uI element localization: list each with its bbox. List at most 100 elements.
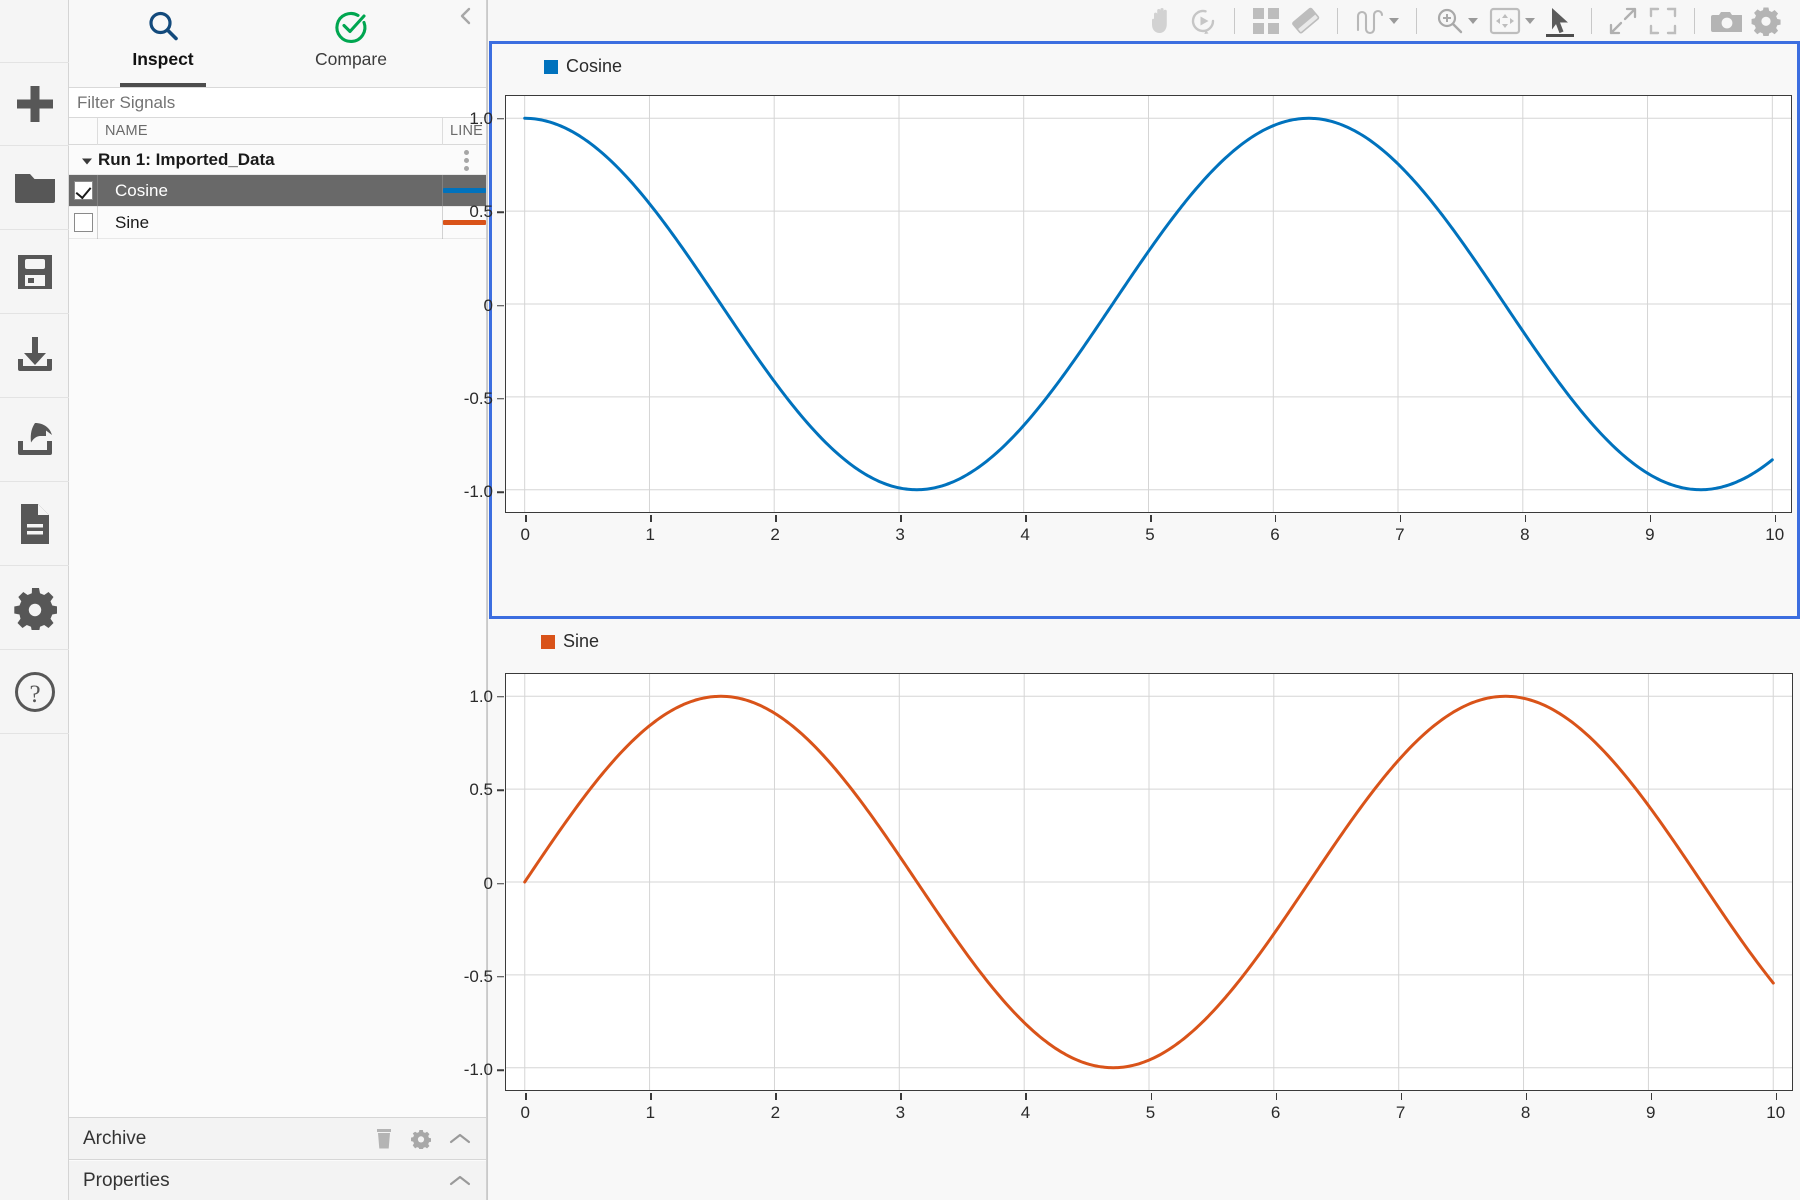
- x-tick-label: 8: [1521, 1103, 1530, 1123]
- archive-title: Archive: [83, 1128, 146, 1150]
- x-tick-mark: [1151, 1093, 1153, 1100]
- subplot-cosine[interactable]: Cosine -1.0-0.500.51.0 012345678910: [489, 41, 1800, 619]
- run-group-label: Run 1: Imported_Data: [98, 150, 275, 170]
- archive-section-header[interactable]: Archive: [69, 1118, 487, 1160]
- signal-checkbox-sine[interactable]: [74, 213, 93, 232]
- tab-inspect-label: Inspect: [132, 49, 193, 70]
- y-tick-label: 0.5: [413, 780, 493, 800]
- plot-toolbar: [489, 0, 1800, 41]
- x-tick-label: 9: [1646, 1103, 1655, 1123]
- chevron-down-icon[interactable]: [1468, 18, 1478, 24]
- pan-icon[interactable]: [1143, 0, 1183, 41]
- expand-arrows-icon[interactable]: [1603, 0, 1643, 41]
- x-tick-mark: [525, 1093, 527, 1100]
- x-tick-label: 3: [895, 525, 904, 545]
- y-tick-mark: [497, 1069, 504, 1071]
- save-icon[interactable]: [0, 230, 69, 314]
- x-tick-mark: [1775, 515, 1777, 522]
- settings-icon[interactable]: [0, 566, 69, 650]
- report-icon[interactable]: [0, 482, 69, 566]
- chevron-up-icon[interactable]: [449, 1132, 471, 1146]
- y-tick-label: -1.0: [413, 482, 493, 502]
- chevron-down-icon[interactable]: [1525, 18, 1535, 24]
- chevron-down-icon[interactable]: [1389, 18, 1399, 24]
- eraser-icon[interactable]: [1286, 0, 1326, 41]
- signal-name-cosine[interactable]: Cosine: [98, 175, 443, 207]
- x-tick-label: 7: [1396, 1103, 1405, 1123]
- y-tick-label: 0.5: [413, 202, 493, 222]
- fullscreen-icon[interactable]: [1643, 0, 1683, 41]
- open-folder-icon[interactable]: [0, 146, 69, 230]
- signal-name-sine[interactable]: Sine: [98, 207, 443, 239]
- x-tick-mark: [1651, 1093, 1653, 1100]
- x-tick-mark: [1276, 1093, 1278, 1100]
- plot-canvas-sine: [506, 674, 1792, 1090]
- x-tick-label: 2: [771, 1103, 780, 1123]
- panel-resize-handle[interactable]: [486, 0, 487, 1200]
- more-vertical-icon[interactable]: [456, 147, 476, 173]
- magnifier-icon: [145, 6, 181, 48]
- signal-checkbox-cosine[interactable]: [74, 181, 93, 200]
- legend-sine[interactable]: Sine: [541, 631, 599, 652]
- x-tick-mark: [1650, 515, 1652, 522]
- chevron-up-icon[interactable]: [449, 1174, 471, 1188]
- cursor-arrow-icon[interactable]: [1540, 0, 1580, 41]
- x-tick-mark: [1525, 515, 1527, 522]
- x-tick-mark: [650, 515, 652, 522]
- replay-icon[interactable]: [1183, 0, 1223, 41]
- import-icon[interactable]: [0, 314, 69, 398]
- x-tick-mark: [775, 515, 777, 522]
- sdi-window: ? Inspect: [0, 0, 1800, 1200]
- x-tick-mark: [1401, 1093, 1403, 1100]
- signal-checkbox-cell: [69, 175, 98, 207]
- axes-sine[interactable]: [505, 673, 1793, 1091]
- toolbar-separator: [1337, 8, 1338, 34]
- add-icon[interactable]: [0, 62, 69, 146]
- run-group-row[interactable]: Run 1: Imported_Data: [69, 145, 487, 175]
- x-tick-label: 10: [1766, 1103, 1785, 1123]
- x-tick-mark: [525, 515, 527, 522]
- caret-down-icon[interactable]: [81, 154, 93, 166]
- x-tick-label: 3: [896, 1103, 905, 1123]
- x-tick-mark: [650, 1093, 652, 1100]
- signal-browser-panel: Inspect Compare NAME LINE: [69, 0, 488, 1200]
- x-tick-label: 8: [1520, 525, 1529, 545]
- panel-tabs: Inspect Compare: [69, 0, 487, 87]
- legend-label-cosine: Cosine: [566, 56, 622, 77]
- subplot-sine[interactable]: Sine -1.0-0.500.51.0 012345678910: [489, 619, 1800, 1200]
- legend-swatch-sine: [541, 635, 555, 649]
- gear-icon[interactable]: [1746, 0, 1786, 41]
- signal-style-icon[interactable]: [1349, 0, 1405, 41]
- chevron-left-icon[interactable]: [453, 2, 479, 30]
- tab-inspect[interactable]: Inspect: [69, 0, 257, 87]
- gear-icon[interactable]: [411, 1129, 431, 1149]
- signal-checkbox-cell: [69, 207, 98, 239]
- axes-cosine[interactable]: [505, 95, 1792, 513]
- plot-stack: Cosine -1.0-0.500.51.0 012345678910 Sine: [489, 41, 1800, 1200]
- properties-section-header[interactable]: Properties: [69, 1161, 487, 1200]
- x-tick-mark: [1150, 515, 1152, 522]
- legend-cosine[interactable]: Cosine: [544, 56, 622, 77]
- subplot-layout-icon[interactable]: [1246, 0, 1286, 41]
- y-tick-label: 1.0: [413, 109, 493, 129]
- export-icon[interactable]: [0, 398, 69, 482]
- zoom-in-icon[interactable]: [1428, 0, 1484, 41]
- x-tick-label: 6: [1271, 1103, 1280, 1123]
- camera-icon[interactable]: [1706, 0, 1746, 41]
- y-tick-mark: [497, 305, 504, 307]
- help-icon[interactable]: ?: [0, 650, 69, 734]
- trash-icon[interactable]: [375, 1128, 393, 1150]
- check-circle-icon: [333, 6, 369, 48]
- svg-text:?: ?: [29, 681, 40, 708]
- y-tick-label: 0: [413, 296, 493, 316]
- line-color-swatch-cosine[interactable]: [443, 188, 486, 193]
- tab-compare-label: Compare: [315, 49, 387, 70]
- fit-to-view-icon[interactable]: [1484, 0, 1540, 41]
- tab-compare[interactable]: Compare: [257, 0, 445, 87]
- x-tick-label: 7: [1395, 525, 1404, 545]
- legend-swatch-cosine: [544, 60, 558, 74]
- x-tick-label: 10: [1765, 525, 1784, 545]
- properties-title: Properties: [83, 1170, 170, 1192]
- legend-label-sine: Sine: [563, 631, 599, 652]
- column-header-name[interactable]: NAME: [98, 118, 443, 145]
